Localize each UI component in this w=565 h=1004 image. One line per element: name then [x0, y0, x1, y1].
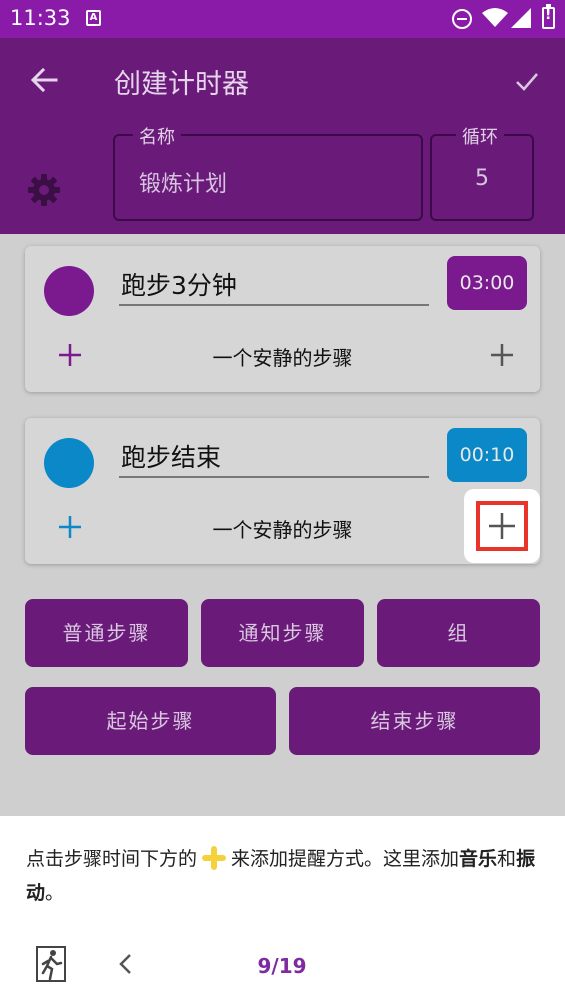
timer-name-label: 名称: [133, 123, 181, 149]
step-time-chip[interactable]: 03:00: [447, 256, 527, 310]
page-title: 创建计时器: [114, 69, 249, 100]
add-reminder-plus-icon[interactable]: [489, 513, 515, 539]
status-bar: 11:33 A: [0, 0, 565, 38]
wifi-icon: [482, 8, 508, 27]
step-sub-label: 一个安静的步骤: [212, 518, 353, 542]
group-button[interactable]: 组: [377, 599, 540, 667]
add-reminder-plus-icon[interactable]: [491, 344, 513, 366]
tutorial-text: 点击步骤时间下方的 来添加提醒方式。这里添加音乐和振动。: [26, 842, 546, 910]
step-name-input[interactable]: 跑步3分钟: [119, 266, 429, 306]
notification-a-icon: A: [86, 10, 101, 26]
step-name-input[interactable]: 跑步结束: [119, 438, 429, 478]
sparkle-plus-icon: [201, 845, 227, 871]
normal-step-button[interactable]: 普通步骤: [25, 599, 188, 667]
step-sub-label: 一个安静的步骤: [212, 346, 353, 370]
battery-icon: [542, 4, 555, 29]
step-color-dot[interactable]: [44, 438, 94, 488]
status-time: 11:33: [10, 6, 71, 30]
previous-chevron-icon[interactable]: [116, 952, 136, 976]
tutorial-text-part: 和: [497, 848, 517, 870]
back-arrow-icon[interactable]: [28, 64, 60, 96]
step-time-chip[interactable]: 00:10: [447, 428, 527, 482]
loop-count-value: 5: [475, 166, 489, 191]
step-color-dot[interactable]: [44, 266, 94, 316]
loop-count-label: 循环: [456, 123, 504, 149]
tutorial-spotlight[interactable]: [464, 489, 540, 563]
tutorial-text-part: 来添加提醒方式。这里添加: [231, 848, 460, 870]
tutorial-panel: 点击步骤时间下方的 来添加提醒方式。这里添加音乐和振动。 9/19: [0, 816, 565, 1004]
tutorial-text-part: 。: [45, 882, 65, 904]
settings-gear-icon[interactable]: [26, 172, 62, 208]
step-card: 跑步3分钟 03:00 一个安静的步骤: [25, 246, 540, 392]
tutorial-text-part: 点击步骤时间下方的: [26, 848, 198, 870]
create-timer-header: 创建计时器 名称 锻炼计划 循环 5: [0, 38, 565, 234]
end-step-button[interactable]: 结束步骤: [289, 687, 540, 755]
step-card: 跑步结束 00:10 一个安静的步骤: [25, 418, 540, 564]
exit-tutorial-icon[interactable]: [36, 946, 66, 982]
confirm-check-icon[interactable]: [514, 68, 540, 94]
start-step-button[interactable]: 起始步骤: [25, 687, 276, 755]
tutorial-page-indicator: 9/19: [257, 954, 307, 978]
timer-name-value: 锻炼计划: [139, 172, 228, 197]
signal-icon: [511, 8, 531, 28]
do-not-disturb-icon: [452, 9, 472, 29]
loop-count-field[interactable]: 循环 5: [430, 123, 534, 221]
timer-name-field[interactable]: 名称 锻炼计划: [113, 123, 423, 221]
notify-step-button[interactable]: 通知步骤: [201, 599, 364, 667]
tutorial-bold-music: 音乐: [459, 848, 498, 870]
